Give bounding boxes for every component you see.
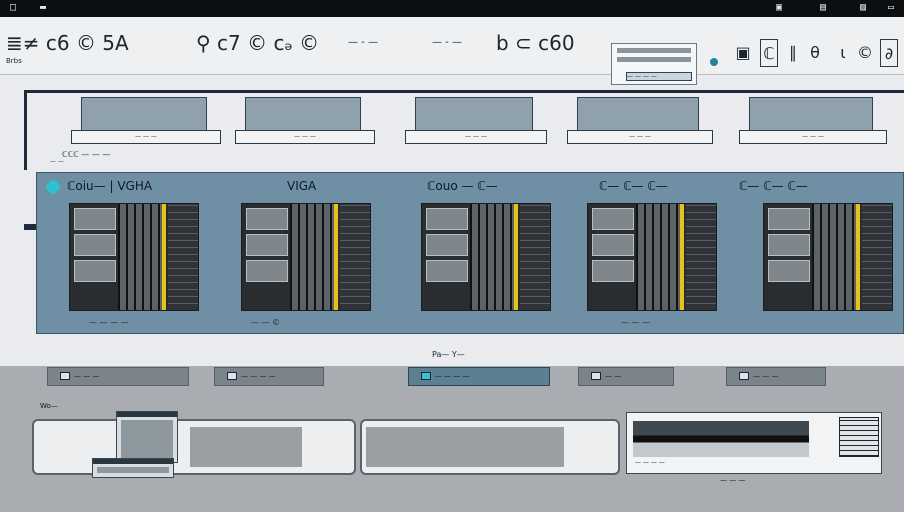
- window-icon[interactable]: ▭: [888, 2, 894, 14]
- tab-3[interactable]: — — — —: [408, 367, 550, 386]
- thumbnail[interactable]: — — —: [235, 97, 375, 147]
- right-tool-2-icon[interactable]: ℂ: [760, 39, 778, 67]
- layer-panel-box[interactable]: — — — —: [611, 43, 697, 85]
- strip-note-secondary: — —: [50, 158, 64, 165]
- camera-icon[interactable]: ▣: [776, 2, 782, 14]
- toolbar-group-mid[interactable]: ⚲ c7 © cₔ ©: [196, 31, 319, 55]
- gallery-title: ℂouo — ℂ—: [427, 179, 498, 193]
- screenshot-card[interactable]: [587, 203, 717, 311]
- thumbnail-strip: — — — — — — — — — — — — — — —: [24, 90, 904, 170]
- book-icon[interactable]: ▨: [860, 2, 866, 14]
- thumbnail-image: [81, 97, 207, 131]
- tab-5[interactable]: — — —: [726, 367, 826, 386]
- right-tool-7-icon[interactable]: ∂: [880, 39, 898, 67]
- screenshot-card[interactable]: [69, 203, 199, 311]
- tab-label: — — —: [753, 372, 779, 380]
- gallery-title: ℂ— ℂ— ℂ—: [599, 179, 668, 193]
- tab-icon: [591, 372, 601, 380]
- preview-caption: — — — —: [635, 459, 665, 466]
- screenshot-card[interactable]: [763, 203, 893, 311]
- screenshot-card[interactable]: [241, 203, 371, 311]
- tab-icon: [60, 372, 70, 380]
- screenshot-card[interactable]: [421, 203, 551, 311]
- panel-placeholder: [366, 427, 564, 467]
- thumbnail[interactable]: — — —: [405, 97, 547, 147]
- drop-panel[interactable]: [360, 419, 620, 475]
- menu-icon[interactable]: ▬: [40, 2, 46, 14]
- tab-icon: [227, 372, 237, 380]
- thumbnail-image: [749, 97, 873, 131]
- right-tool-6-icon[interactable]: ©: [856, 39, 874, 67]
- thumbnail[interactable]: — — —: [567, 97, 713, 147]
- screenshot-caption: — — ©: [251, 318, 281, 327]
- gallery-title: VIGA: [287, 179, 317, 193]
- tab-2[interactable]: — — — —: [214, 367, 324, 386]
- toolbar-group-right[interactable]: b ⊂ c60: [496, 31, 575, 55]
- drop-panel[interactable]: [32, 419, 356, 475]
- preview-card[interactable]: — — — —: [626, 412, 882, 474]
- right-tool-1-icon[interactable]: ▣: [734, 39, 752, 67]
- thumbnail-image: [415, 97, 533, 131]
- screenshot-caption: — — —: [621, 318, 651, 327]
- section-label: Wo—: [40, 402, 58, 410]
- tab-label: — — — —: [435, 372, 470, 380]
- tab-icon: [421, 372, 431, 380]
- thumbnail-caption: — — —: [71, 130, 221, 144]
- thumbnail[interactable]: — — —: [739, 97, 887, 147]
- diamond-icon: [44, 178, 62, 196]
- screenshot-caption: — — — —: [89, 318, 129, 327]
- color-dot-icon[interactable]: [710, 58, 718, 66]
- title-bar: □ ▬ ▣ ▤ ▨ ▭: [0, 0, 904, 17]
- toolbar-group-left[interactable]: ≣≠ c6 © 5A: [6, 31, 129, 55]
- preview-label: — — —: [720, 476, 746, 484]
- thumbnail-caption: — — —: [567, 130, 713, 144]
- toolbar-group-text: — ‑ —: [348, 37, 378, 48]
- thumbnail-image: [577, 97, 699, 131]
- gallery-band: ℂoiu— | VGHA VIGA ℂouo — ℂ— ℂ— ℂ— ℂ— ℂ— …: [36, 172, 904, 334]
- tab-label: — — —: [74, 372, 100, 380]
- preview-image: [633, 421, 809, 457]
- thumbnail-caption: — — —: [405, 130, 547, 144]
- tab-icon: [739, 372, 749, 380]
- thumbnail-caption: — — —: [739, 130, 887, 144]
- window-preview[interactable]: [116, 411, 178, 463]
- tab-label: — —: [605, 372, 622, 380]
- right-tool-3-icon[interactable]: ∥: [784, 39, 802, 67]
- window-preview-small[interactable]: [92, 458, 174, 478]
- gallery-title: ℂ— ℂ— ℂ—: [739, 179, 808, 193]
- tab-4[interactable]: — —: [578, 367, 674, 386]
- thumbnail-image: [245, 97, 361, 131]
- panel-line: [617, 48, 691, 53]
- document-icon[interactable]: ▤: [820, 2, 826, 14]
- thumbnail[interactable]: — — —: [71, 97, 221, 147]
- tab-1[interactable]: — — —: [47, 367, 189, 386]
- section-heading: Pa— Y—: [432, 350, 465, 359]
- file-icon[interactable]: □: [10, 2, 16, 14]
- panel-line: [617, 57, 691, 62]
- right-tool-5-icon[interactable]: ι: [834, 39, 852, 67]
- panel-selected-item[interactable]: — — — —: [626, 72, 692, 81]
- panel-placeholder: [190, 427, 302, 467]
- tab-label: — — — —: [241, 372, 276, 380]
- toolbar-small-label: Brbs: [6, 57, 22, 65]
- toolbar: ≣≠ c6 © 5A ⚲ c7 © cₔ © — ‑ — — ‑ — b ⊂ c…: [0, 17, 904, 85]
- gallery-title: ℂoiu— | VGHA: [67, 179, 153, 193]
- preview-table: [839, 417, 879, 457]
- toolbar-group-text-2: — ‑ —: [432, 37, 462, 48]
- thumbnail-caption: — — —: [235, 130, 375, 144]
- right-tool-4-icon[interactable]: θ: [806, 39, 824, 67]
- strip-note: ℂℂℂ — — —: [62, 150, 111, 159]
